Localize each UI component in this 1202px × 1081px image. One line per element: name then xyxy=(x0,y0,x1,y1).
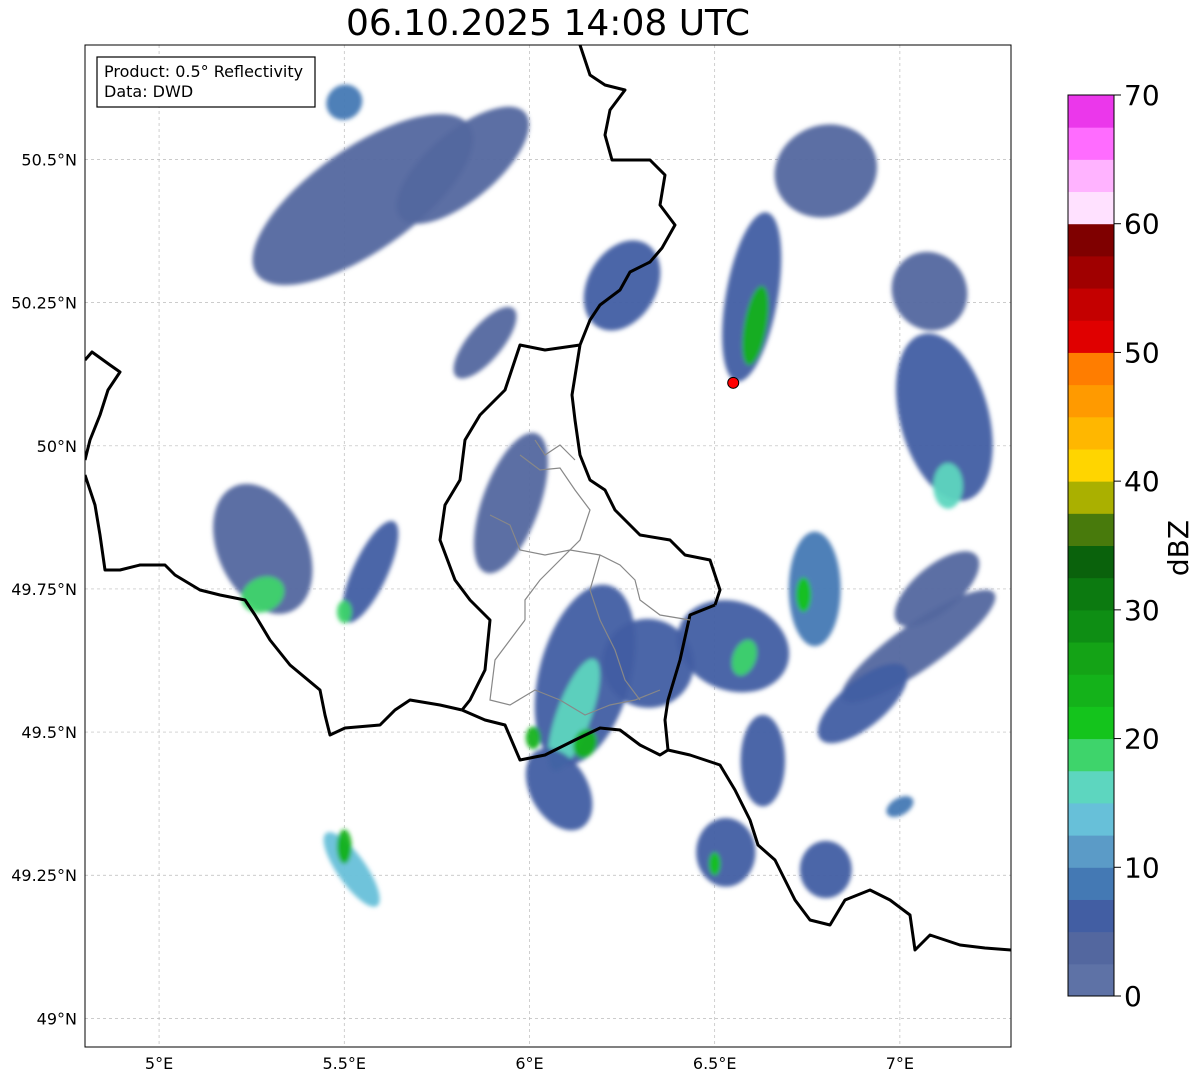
colorbar-swatch xyxy=(1068,159,1114,193)
colorbar-tick-label: 30 xyxy=(1124,594,1160,627)
radar-echo-cell xyxy=(788,531,841,647)
colorbar-swatch xyxy=(1068,255,1114,289)
lon-tick-label: 6.5°E xyxy=(693,1054,737,1073)
colorbar-swatch xyxy=(1068,963,1114,997)
info-product-text: Product: 0.5° Reflectivity xyxy=(104,62,303,81)
radar-echo-cell xyxy=(796,577,811,612)
colorbar-swatch xyxy=(1068,545,1114,579)
colorbar-swatch xyxy=(1068,802,1114,836)
radar-echo-cell xyxy=(740,714,786,807)
lat-tick-label: 50.5°N xyxy=(21,151,77,170)
colorbar-swatch xyxy=(1068,642,1114,675)
lat-tick-label: 49.5°N xyxy=(21,723,77,742)
colorbar-swatch xyxy=(1068,835,1114,868)
colorbar-tick-label: 70 xyxy=(1124,79,1160,112)
radar-echo-cell xyxy=(709,852,721,876)
radar-echo-cell xyxy=(933,462,963,509)
colorbar-label: dBZ xyxy=(1162,520,1195,576)
colorbar-swatch xyxy=(1068,191,1114,225)
colorbar-swatch xyxy=(1068,738,1114,772)
colorbar-tick-label: 10 xyxy=(1124,851,1160,884)
radar-echo-cell xyxy=(525,726,541,750)
lat-tick-label: 49.25°N xyxy=(11,866,77,885)
lat-tick-label: 49°N xyxy=(37,1009,77,1028)
colorbar-ticks: 0 10 20 30 40 50 60 70 xyxy=(1114,79,1160,1013)
colorbar-swatch xyxy=(1068,448,1114,482)
colorbar-swatch xyxy=(1068,867,1114,900)
map-plot-area[interactable] xyxy=(84,44,1012,1048)
colorbar-swatches xyxy=(1068,95,1114,997)
colorbar-swatch xyxy=(1068,674,1114,707)
lon-tick-label: 5°E xyxy=(145,1054,173,1073)
colorbar-swatch xyxy=(1068,577,1114,611)
radar-site-marker[interactable] xyxy=(727,376,740,389)
lon-tick-label: 7°E xyxy=(886,1054,914,1073)
radar-echo-cell xyxy=(696,817,756,887)
colorbar-swatch xyxy=(1068,416,1114,450)
colorbar: 0 10 20 30 40 50 60 70 dBZ xyxy=(1067,79,1195,1013)
colorbar-swatch xyxy=(1068,288,1114,321)
info-box: Product: 0.5° Reflectivity Data: DWD xyxy=(96,56,316,108)
colorbar-swatch xyxy=(1068,223,1114,257)
colorbar-swatch xyxy=(1068,481,1114,514)
colorbar-swatch xyxy=(1068,384,1114,418)
colorbar-tick-label: 0 xyxy=(1124,980,1142,1013)
info-data-source-text: Data: DWD xyxy=(104,82,193,101)
lat-tick-label: 50.25°N xyxy=(11,294,77,313)
radar-echo-cell xyxy=(336,600,352,624)
colorbar-swatch xyxy=(1068,352,1114,386)
lat-tick-label: 49.75°N xyxy=(11,580,77,599)
colorbar-swatch xyxy=(1068,127,1114,160)
colorbar-swatch xyxy=(1068,931,1114,965)
colorbar-swatch xyxy=(1068,95,1114,128)
colorbar-swatch xyxy=(1068,899,1114,933)
colorbar-swatch xyxy=(1068,320,1114,353)
colorbar-swatch xyxy=(1068,609,1114,643)
colorbar-tick-label: 50 xyxy=(1124,336,1160,369)
lat-tick-label: 50°N xyxy=(37,437,77,456)
lon-tick-label: 5.5°E xyxy=(322,1054,366,1073)
colorbar-tick-label: 20 xyxy=(1124,723,1160,756)
radar-echo-cell xyxy=(799,840,852,899)
colorbar-swatch xyxy=(1068,770,1114,804)
radar-echo-cell xyxy=(336,829,352,864)
lon-tick-label: 6°E xyxy=(515,1054,543,1073)
colorbar-tick-label: 40 xyxy=(1124,465,1160,498)
colorbar-swatch xyxy=(1068,513,1114,546)
colorbar-tick-label: 60 xyxy=(1124,208,1160,241)
colorbar-swatch xyxy=(1068,706,1114,740)
